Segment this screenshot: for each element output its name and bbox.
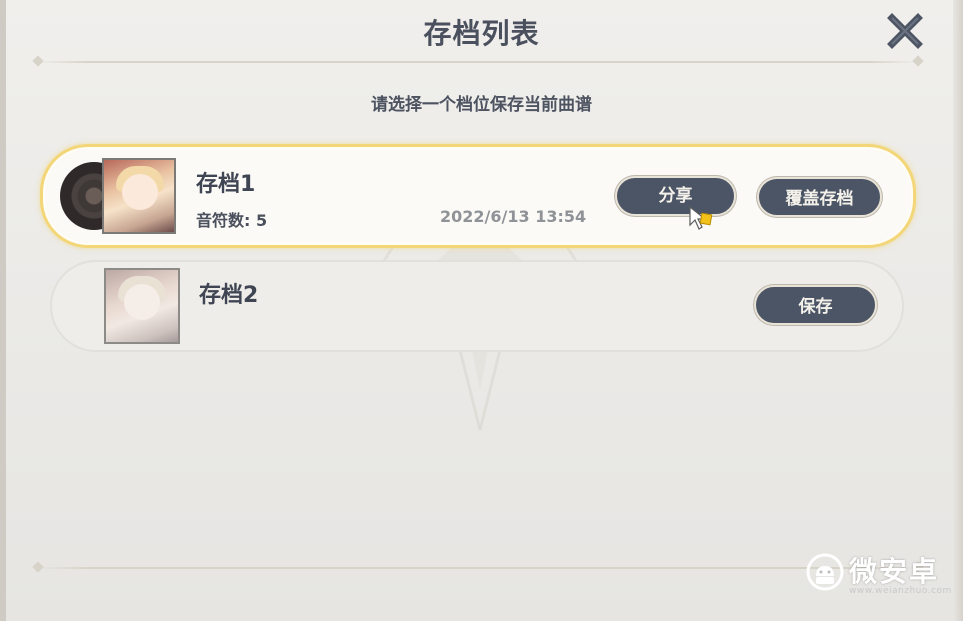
cursor-pointer-icon	[689, 205, 713, 230]
slot-1-cover-image	[102, 158, 176, 234]
slot-1-timestamp: 2022/6/13 13:54	[440, 207, 587, 226]
dialog-title: 存档列表	[423, 17, 540, 50]
watermark-url: www.weianzhuo.com	[849, 586, 952, 596]
divider-ornament	[32, 55, 44, 67]
cover-art	[124, 284, 160, 320]
site-watermark: 微安卓 www.weianzhuo.com	[805, 550, 951, 600]
watermark-name: 微安卓	[849, 555, 940, 588]
archive-list-dialog: 存档列表 请选择一个档位保存当前曲谱 存档1 音符数: 5 2022/6/13 …	[0, 0, 963, 621]
dialog-subtitle: 请选择一个档位保存当前曲谱	[371, 95, 592, 115]
overwrite-save-button[interactable]: 覆盖存档	[757, 177, 882, 217]
save-button[interactable]: 保存	[754, 285, 877, 325]
cover-art	[122, 174, 158, 210]
share-button[interactable]: 分享	[615, 176, 736, 216]
slot-2-name: 存档2	[199, 283, 259, 308]
close-icon	[887, 13, 923, 49]
close-button[interactable]	[886, 12, 924, 50]
slot-1-notes-count: 音符数: 5	[196, 211, 268, 230]
top-divider	[32, 55, 924, 67]
divider-ornament	[912, 55, 924, 67]
bottom-divider	[32, 561, 924, 573]
android-logo-icon	[806, 553, 844, 591]
slot-1-name: 存档1	[196, 172, 256, 197]
divider-ornament	[32, 561, 44, 573]
slot-2-cover-image	[104, 268, 180, 344]
